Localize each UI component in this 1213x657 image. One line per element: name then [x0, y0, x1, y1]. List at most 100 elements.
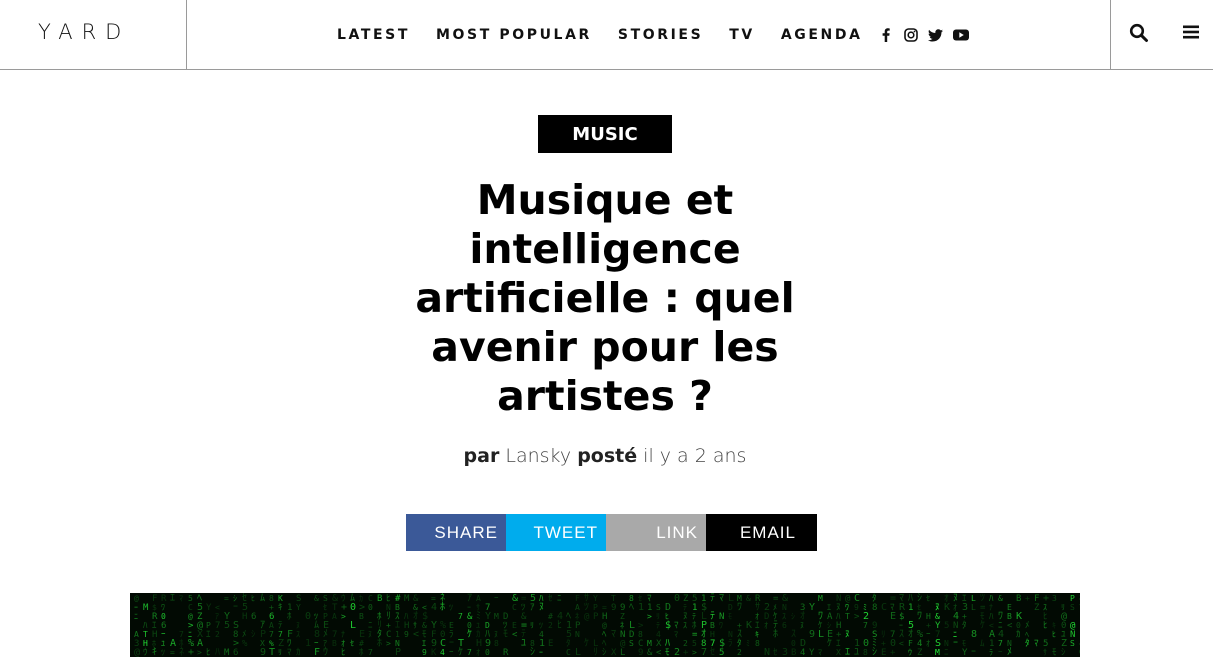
svg-text:T: T — [143, 630, 148, 639]
svg-text:7: 7 — [269, 630, 274, 639]
svg-text:ﾆ: ﾆ — [557, 594, 562, 604]
svg-text:4: 4 — [431, 602, 437, 613]
logo-container: YARD — [0, 0, 187, 70]
svg-text:C: C — [566, 648, 571, 657]
svg-text:ｽ: ｽ — [782, 612, 786, 621]
svg-text:ｴ: ｴ — [845, 647, 850, 657]
share-buttons: SHARE TWEET LINK EMAIL — [406, 514, 817, 551]
svg-text:M: M — [647, 639, 652, 648]
svg-text:ﾃ: ﾃ — [683, 603, 687, 612]
svg-text:>: > — [386, 639, 391, 648]
svg-text:ﾇ: ﾇ — [539, 602, 544, 613]
svg-text:$: $ — [152, 603, 157, 612]
svg-text:A: A — [134, 630, 139, 639]
category-badge[interactable]: MUSIC — [538, 115, 672, 153]
svg-text:ﾕ: ﾕ — [521, 638, 526, 649]
svg-text:ﾑ: ﾑ — [980, 639, 985, 649]
svg-text:+: + — [188, 647, 194, 657]
svg-text:<: < — [413, 629, 419, 640]
svg-text:ｶ: ｶ — [1016, 629, 1021, 640]
svg-text:+: + — [890, 648, 896, 657]
nav-latest[interactable]: LATEST — [337, 27, 410, 43]
svg-text:B: B — [791, 648, 796, 657]
svg-text:K: K — [278, 594, 283, 603]
svg-text:P: P — [1070, 594, 1075, 603]
svg-text:ﾀ: ﾀ — [962, 620, 967, 631]
svg-text:ｰ: ｰ — [971, 647, 976, 657]
svg-text:$: $ — [665, 620, 671, 631]
svg-text:ｵ: ｵ — [755, 612, 759, 621]
svg-text:1: 1 — [638, 602, 644, 613]
svg-text:N: N — [944, 639, 949, 648]
svg-text:K: K — [431, 648, 437, 657]
svg-text:ﾈ: ﾈ — [575, 612, 579, 621]
svg-text:ｰ: ｰ — [494, 594, 499, 604]
svg-text:T: T — [845, 612, 850, 621]
svg-text:ｰ: ｰ — [953, 638, 958, 649]
svg-text:L: L — [620, 648, 625, 657]
svg-text:ｹ: ｹ — [467, 628, 472, 640]
svg-text:M: M — [143, 603, 149, 613]
facebook-icon[interactable] — [877, 26, 895, 44]
svg-text:ｹ: ｹ — [584, 637, 589, 649]
svg-text:ｴ: ｴ — [827, 603, 831, 612]
svg-text:ｵ: ｵ — [926, 639, 930, 648]
menu-icon[interactable] — [1183, 24, 1203, 44]
svg-text:E: E — [548, 639, 553, 649]
twitter-icon[interactable] — [927, 26, 945, 44]
svg-text:7: 7 — [458, 612, 463, 621]
svg-text:ｼ: ｼ — [602, 648, 607, 657]
svg-text:0: 0 — [305, 611, 311, 622]
svg-text:7: 7 — [467, 648, 472, 657]
svg-text:<: < — [899, 639, 904, 648]
svg-text:A: A — [476, 594, 481, 603]
svg-text:@: @ — [134, 647, 140, 657]
svg-text:ｶ: ｶ — [296, 647, 301, 657]
site-logo[interactable]: YARD — [38, 20, 130, 44]
svg-text:M: M — [818, 594, 823, 603]
svg-text:ﾈ: ﾈ — [620, 621, 624, 630]
svg-text:L: L — [350, 620, 356, 631]
svg-text:Z: Z — [620, 612, 625, 621]
svg-text:4: 4 — [800, 648, 805, 657]
svg-text:ﾓ: ﾓ — [503, 629, 508, 640]
share-email-button[interactable]: EMAIL — [706, 514, 817, 551]
search-icon[interactable] — [1129, 23, 1151, 45]
svg-text:ｽ: ｽ — [1043, 603, 1047, 612]
nav-most-popular[interactable]: MOST POPULAR — [436, 27, 592, 43]
svg-text:&: & — [998, 594, 1003, 603]
svg-text:9: 9 — [404, 630, 409, 639]
svg-text:2: 2 — [215, 630, 220, 639]
share-facebook-button[interactable]: SHARE — [406, 514, 506, 551]
svg-text:M: M — [494, 612, 499, 621]
svg-text:ﾓ: ﾓ — [728, 612, 732, 621]
svg-text:2: 2 — [737, 648, 742, 657]
svg-text:7: 7 — [701, 647, 707, 657]
svg-text:1: 1 — [395, 630, 400, 639]
svg-text:ｳ: ｳ — [143, 647, 148, 657]
instagram-icon[interactable] — [902, 26, 920, 44]
byline-by-label: par — [463, 445, 500, 467]
svg-text:M: M — [404, 594, 410, 604]
svg-text:+: + — [926, 621, 931, 630]
byline-author[interactable]: Lansky — [505, 445, 571, 467]
svg-text:2: 2 — [548, 621, 553, 630]
share-link-button[interactable]: LINK — [606, 514, 706, 551]
nav-stories[interactable]: STORIES — [618, 27, 703, 43]
svg-text:E: E — [449, 621, 454, 630]
svg-text:Y: Y — [1079, 603, 1080, 612]
svg-text:M: M — [935, 648, 940, 657]
svg-text:ﾕ: ﾕ — [161, 639, 165, 648]
svg-text:ｼ: ｼ — [872, 647, 877, 657]
article-title: Musique et intelligence artificielle : q… — [415, 176, 795, 420]
svg-text:9: 9 — [638, 648, 643, 657]
share-tweet-button[interactable]: TWEET — [506, 514, 606, 551]
svg-text:Y: Y — [809, 648, 815, 657]
nav-tv[interactable]: TV — [729, 27, 755, 43]
nav-agenda[interactable]: AGENDA — [781, 27, 863, 43]
svg-text:2: 2 — [683, 639, 688, 648]
svg-text:H: H — [242, 612, 247, 622]
svg-text:S: S — [1070, 639, 1075, 648]
svg-text:H: H — [143, 639, 148, 648]
youtube-icon[interactable] — [952, 26, 970, 44]
